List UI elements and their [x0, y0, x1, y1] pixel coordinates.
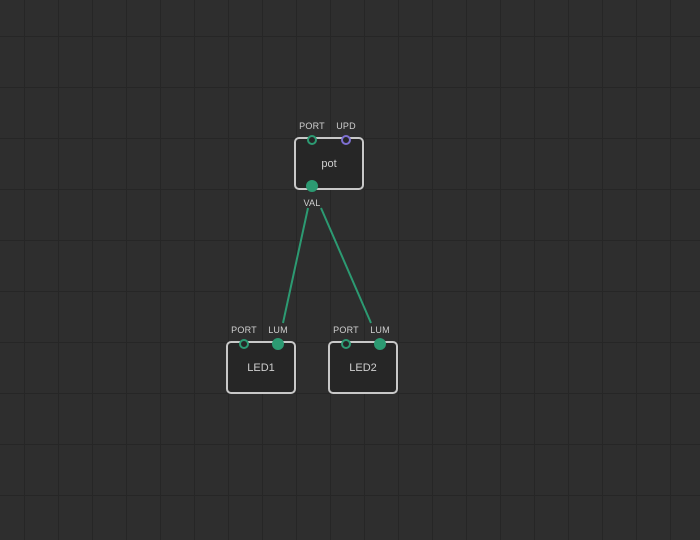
node-led1-label: LED1: [247, 362, 275, 374]
node-pot-label: pot: [321, 158, 337, 170]
led1-lum-pin[interactable]: [272, 338, 284, 350]
pot-port-pin[interactable]: [307, 135, 317, 145]
link-pot-val-to-led1-lum[interactable]: [282, 207, 309, 324]
pot-upd-label: UPD: [336, 121, 356, 131]
pot-val-label: VAL: [303, 198, 321, 208]
pot-val-pin[interactable]: [306, 180, 318, 192]
patch-canvas[interactable]: PORT UPD pot VAL PORT LUM LED1 PORT LUM …: [0, 0, 700, 540]
link-pot-val-to-led2-lum[interactable]: [320, 207, 372, 324]
led1-port-pin[interactable]: [239, 339, 249, 349]
links-layer: [282, 207, 372, 324]
led2-lum-label: LUM: [370, 325, 390, 335]
led1-lum-label: LUM: [268, 325, 288, 335]
led2-port-pin[interactable]: [341, 339, 351, 349]
node-led2[interactable]: LED2: [328, 341, 398, 394]
pot-upd-pin[interactable]: [341, 135, 351, 145]
node-led1[interactable]: LED1: [226, 341, 296, 394]
node-led2-label: LED2: [349, 362, 377, 374]
led2-lum-pin[interactable]: [374, 338, 386, 350]
node-pot[interactable]: pot: [294, 137, 364, 190]
